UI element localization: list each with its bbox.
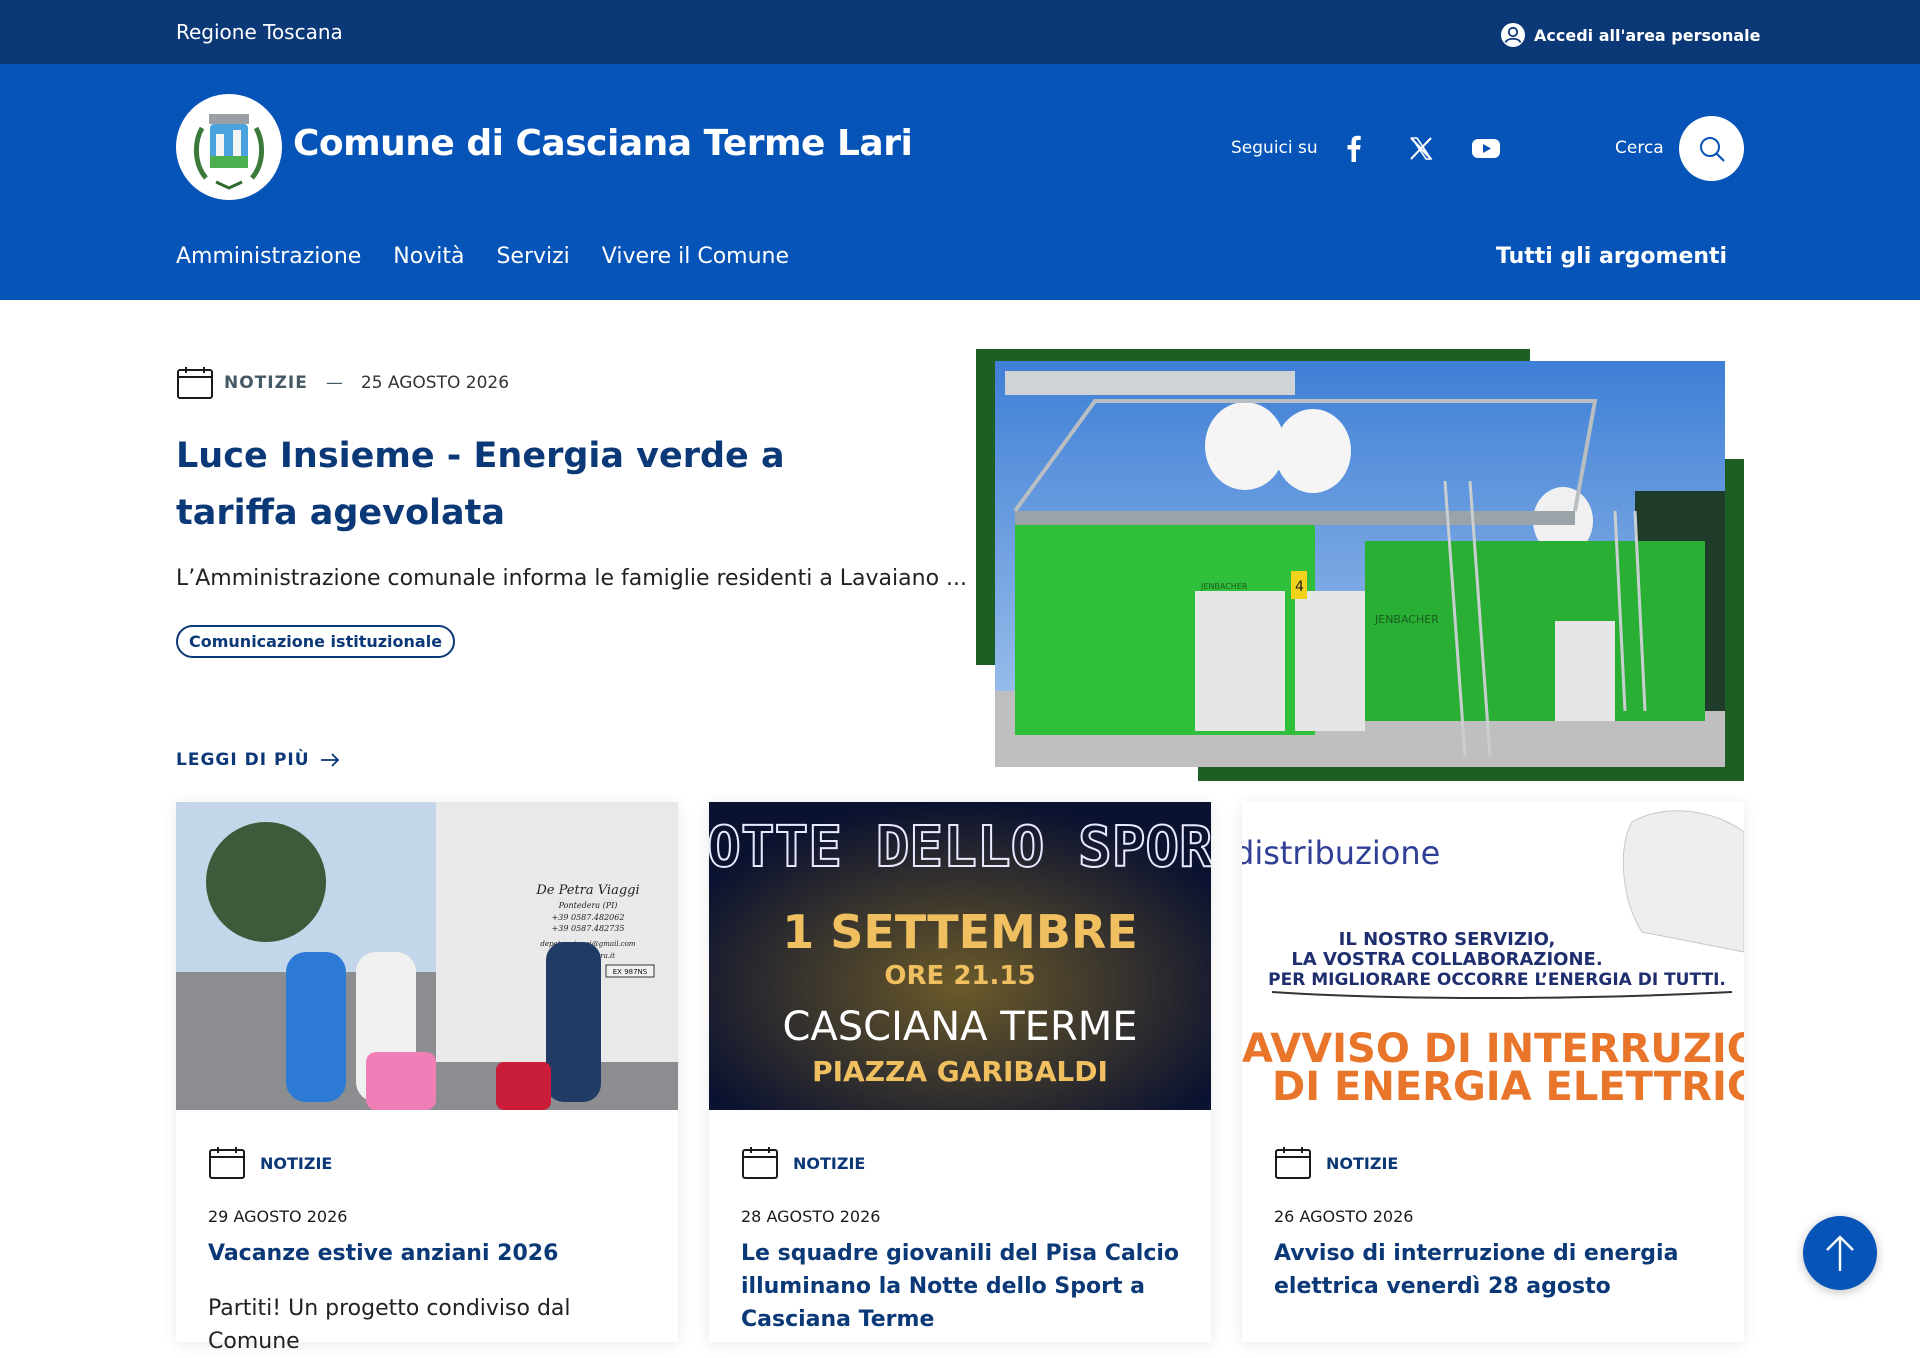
card-image[interactable]: OTTE DELLO SPOR 1 SETTEMBRE ORE 21.15 CA… — [709, 802, 1211, 1110]
card-category[interactable]: NOTIZIE — [793, 1154, 865, 1173]
hero-image-frame: 4 JENBACHER JENBACHER — [976, 349, 1744, 781]
svg-text:JENBACHER: JENBACHER — [1200, 582, 1248, 591]
facebook-icon[interactable] — [1338, 132, 1370, 164]
svg-text:1 SETTEMBRE: 1 SETTEMBRE — [782, 905, 1138, 959]
search-button[interactable] — [1679, 116, 1744, 181]
nav-item-vivere-il-comune[interactable]: Vivere il Comune — [602, 244, 789, 269]
card-category[interactable]: NOTIZIE — [260, 1154, 332, 1173]
hero-excerpt: L’Amministrazione comunale informa le fa… — [176, 566, 968, 591]
hero-meta: NOTIZIE — 25 AGOSTO 2026 — [176, 366, 509, 400]
svg-text:LA VOSTRA COLLABORAZIONE.: LA VOSTRA COLLABORAZIONE. — [1291, 949, 1602, 970]
hero-separator: — — [325, 373, 343, 393]
news-card: distribuzione IL NOSTRO SERVIZIO, LA VOS… — [1242, 802, 1744, 1342]
login-label: Accedi all'area personale — [1534, 25, 1761, 45]
svg-text:ORE 21.15: ORE 21.15 — [884, 961, 1035, 991]
card-image[interactable]: De Petra Viaggi Pontedera (PI) +39 0587.… — [176, 802, 678, 1110]
hero-category[interactable]: NOTIZIE — [224, 373, 308, 393]
search-label: Cerca — [1615, 138, 1664, 158]
svg-text:IL NOSTRO SERVIZIO,: IL NOSTRO SERVIZIO, — [1339, 929, 1556, 950]
svg-text:+39 0587.482735: +39 0587.482735 — [552, 924, 625, 933]
svg-text:CASCIANA TERME: CASCIANA TERME — [782, 1004, 1137, 1050]
arrow-right-icon — [320, 753, 339, 767]
card-title[interactable]: Le squadre giovanili del Pisa Calcio ill… — [741, 1237, 1181, 1336]
card-excerpt: Partiti! Un progetto condiviso dal Comun… — [208, 1296, 571, 1354]
hero-image[interactable]: 4 JENBACHER JENBACHER — [995, 361, 1725, 767]
youtube-icon[interactable] — [1470, 132, 1502, 164]
card-title[interactable]: Avviso di interruzione di energia elettr… — [1274, 1237, 1714, 1303]
nav-item-novita[interactable]: Novità — [393, 244, 464, 269]
news-card: OTTE DELLO SPOR 1 SETTEMBRE ORE 21.15 CA… — [709, 802, 1211, 1342]
card-date: 28 AGOSTO 2026 — [741, 1207, 881, 1226]
municipality-logo[interactable] — [176, 94, 282, 200]
calendar-icon — [742, 1147, 778, 1179]
hero-title[interactable]: Luce Insieme - Energia verde a tariffa a… — [176, 428, 816, 542]
svg-text:PER MIGLIORARE OCCORRE L’ENERG: PER MIGLIORARE OCCORRE L’ENERGIA DI TUTT… — [1268, 970, 1726, 990]
calendar-icon — [177, 367, 213, 399]
card-category[interactable]: NOTIZIE — [1326, 1154, 1398, 1173]
svg-text:+39 0587.482062: +39 0587.482062 — [552, 913, 625, 922]
main-nav: Amministrazione Novità Servizi Vivere il… — [176, 244, 789, 269]
hero-tag-chip[interactable]: Comunicazione istituzionale — [176, 625, 456, 658]
login-link[interactable]: Accedi all'area personale — [1500, 22, 1761, 48]
svg-text:Pontedera (PI): Pontedera (PI) — [558, 901, 618, 910]
hero-date: 25 AGOSTO 2026 — [360, 373, 510, 393]
svg-text:PIAZZA GARIBALDI: PIAZZA GARIBALDI — [812, 1055, 1108, 1088]
svg-text:JENBACHER: JENBACHER — [1374, 613, 1439, 626]
card-meta: NOTIZIE — [1274, 1146, 1398, 1180]
nav-item-servizi[interactable]: Servizi — [496, 244, 569, 269]
news-card: De Petra Viaggi Pontedera (PI) +39 0587.… — [176, 802, 678, 1354]
back-to-top-button[interactable] — [1803, 1216, 1877, 1290]
svg-text:4: 4 — [1295, 579, 1304, 595]
region-link[interactable]: Regione Toscana — [176, 20, 343, 44]
site-title[interactable]: Comune di Casciana Terme Lari — [293, 123, 913, 164]
card-date: 29 AGOSTO 2026 — [208, 1207, 348, 1226]
svg-text:DI ENERGIA ELETTRICA: DI ENERGIA ELETTRICA — [1272, 1064, 1744, 1110]
read-more-label: LEGGI DI PIÙ — [176, 750, 310, 770]
calendar-icon — [209, 1147, 245, 1179]
card-date: 26 AGOSTO 2026 — [1274, 1207, 1414, 1226]
card-image[interactable]: distribuzione IL NOSTRO SERVIZIO, LA VOS… — [1242, 802, 1744, 1110]
card-title[interactable]: Vacanze estive anziani 2026 — [208, 1237, 648, 1270]
site-header: Comune di Casciana Terme Lari Seguici su… — [0, 64, 1920, 300]
svg-text:De Petra Viaggi: De Petra Viaggi — [535, 883, 639, 898]
all-topics-link[interactable]: Tutti gli argomenti — [1496, 244, 1727, 269]
x-icon[interactable] — [1405, 132, 1437, 164]
calendar-icon — [1275, 1147, 1311, 1179]
svg-text:OTTE DELLO SPOR: OTTE DELLO SPOR — [709, 815, 1211, 880]
arrow-up-icon — [1826, 1235, 1854, 1271]
svg-text:distribuzione: distribuzione — [1242, 834, 1440, 872]
svg-text:EX 987NS: EX 987NS — [613, 968, 648, 976]
card-meta: NOTIZIE — [741, 1146, 865, 1180]
user-circle-icon — [1501, 23, 1525, 47]
card-meta: NOTIZIE — [208, 1146, 332, 1180]
read-more-link[interactable]: LEGGI DI PIÙ — [176, 750, 340, 770]
follow-label: Seguici su — [1231, 138, 1318, 158]
search-icon — [1699, 136, 1725, 162]
nav-item-amministrazione[interactable]: Amministrazione — [176, 244, 361, 269]
top-bar: Regione Toscana Accedi all'area personal… — [0, 0, 1920, 64]
